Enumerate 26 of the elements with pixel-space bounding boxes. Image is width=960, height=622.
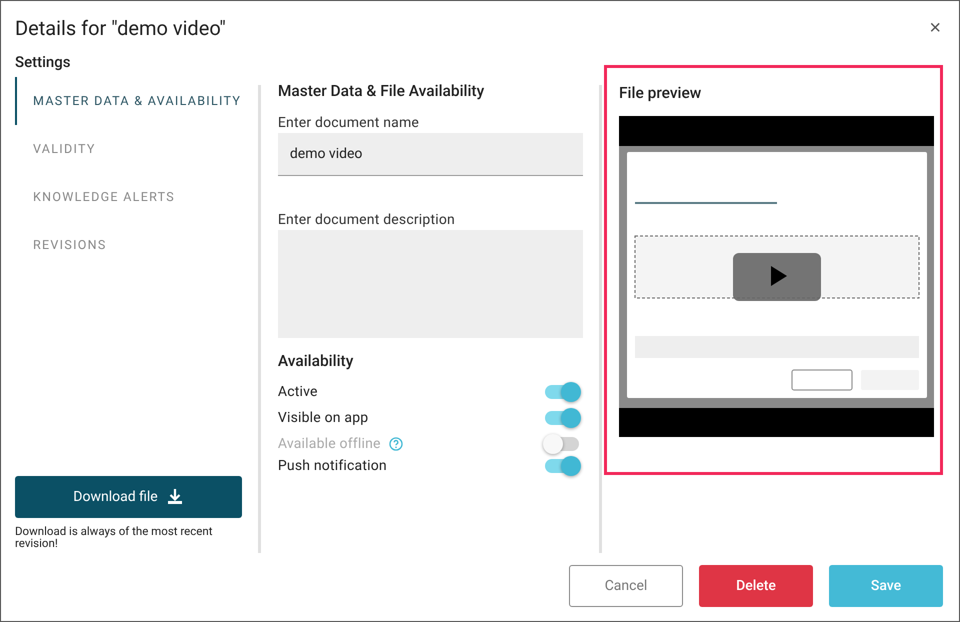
save-button[interactable]: Save [829, 565, 943, 607]
toggle-label: Available offline [278, 436, 381, 452]
dialog-title: Details for "demo video" [15, 16, 226, 40]
toggle-switch[interactable] [545, 385, 580, 399]
field-label: Enter document name [278, 115, 420, 131]
preview-heading: File preview [619, 84, 702, 102]
delete-button[interactable]: Delete [699, 565, 813, 607]
close-button[interactable]: × [929, 16, 941, 40]
toggle-label: Visible on app [278, 410, 368, 426]
toggle-label: Active [278, 384, 318, 400]
cancel-button[interactable]: Cancel [569, 565, 683, 607]
download-button[interactable]: Download file [15, 476, 242, 518]
toggle-label: Push notification [278, 458, 387, 474]
settings-tab[interactable]: MASTER DATA & AVAILABILITY [15, 77, 242, 125]
settings-tab[interactable]: REVISIONS [15, 221, 242, 269]
download-note: Download is always of the most recent revision! [15, 525, 214, 549]
download-icon [166, 488, 184, 506]
section-heading: Availability [278, 352, 354, 370]
document-name-field[interactable]: demo video [278, 133, 584, 176]
settings-tab[interactable]: KNOWLEDGE ALERTS [15, 173, 242, 221]
toggle-switch[interactable] [545, 411, 580, 425]
settings-heading: Settings [15, 53, 72, 73]
section-heading: Master Data & File Availability [278, 82, 486, 100]
field-label: Enter document description [278, 212, 456, 228]
settings-tab[interactable]: VALIDITY [15, 125, 242, 173]
toggle-switch[interactable] [545, 459, 580, 473]
